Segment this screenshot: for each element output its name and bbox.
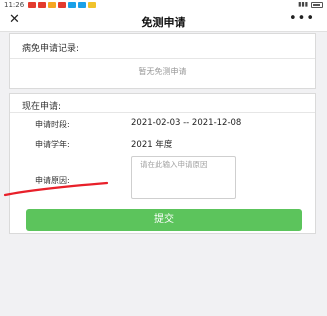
status-bar: 11:26 ▮▮▮ (0, 0, 327, 10)
status-app-icons (28, 2, 96, 8)
divider (10, 112, 315, 113)
history-empty-text: 暂无免测申请 (138, 67, 187, 76)
notification-app-icon (38, 2, 46, 8)
history-title: 病免申请记录: (22, 44, 80, 54)
notification-app-icon (48, 2, 56, 8)
application-title: 现在申请: (22, 102, 62, 112)
notification-app-icon (88, 2, 96, 8)
period-label: 申请时段: (35, 120, 70, 129)
notification-app-icon (78, 2, 86, 8)
status-indicators: ▮▮▮ (298, 1, 323, 8)
battery-icon (311, 1, 323, 8)
year-label: 申请学年: (35, 140, 70, 149)
notification-app-icon (58, 2, 66, 8)
reason-label: 申请原因: (35, 176, 70, 185)
application-card: 现在申请: 申请时段: 2021-02-03 -- 2021-12-08 申请学… (9, 93, 316, 234)
nav-bar: ✕ 免测申请 ••• (0, 10, 327, 32)
reason-input[interactable] (131, 156, 236, 199)
submit-button[interactable]: 提交 (26, 209, 302, 231)
period-value: 2021-02-03 -- 2021-12-08 (131, 118, 242, 128)
notification-app-icon (28, 2, 36, 8)
notification-app-icon (68, 2, 76, 8)
more-icon[interactable]: ••• (289, 11, 315, 26)
page-title: 免测申请 (141, 16, 186, 29)
signal-icon: ▮▮▮ (298, 1, 308, 8)
divider (10, 58, 315, 59)
history-card: 病免申请记录: 暂无免测申请 (9, 33, 316, 89)
status-time: 11:26 (4, 1, 25, 9)
year-value: 2021 年度 (131, 140, 173, 150)
